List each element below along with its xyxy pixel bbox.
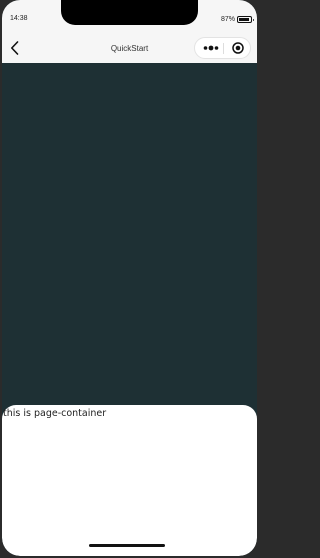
- battery-percent: 87%: [220, 16, 235, 23]
- phone-screen: 14:38 87% QuickStart this is page-contai…: [2, 0, 257, 556]
- record-circle-icon: [232, 42, 244, 54]
- home-indicator[interactable]: [89, 544, 165, 547]
- battery-icon: [237, 16, 254, 23]
- status-bar: 14:38 87%: [2, 0, 257, 32]
- battery-fill: [239, 18, 249, 21]
- capsule-divider: [223, 43, 224, 54]
- menu-capsule: [194, 37, 251, 59]
- navigation-bar: QuickStart: [2, 32, 257, 63]
- status-time: 14:38: [10, 15, 28, 22]
- more-dots-icon: [203, 45, 219, 51]
- close-miniprogram-button[interactable]: [228, 38, 248, 58]
- page-container-text: this is page-container: [3, 408, 107, 419]
- page-container: this is page-container: [2, 405, 257, 556]
- more-button[interactable]: [201, 38, 221, 58]
- camera-notch: [61, 0, 198, 25]
